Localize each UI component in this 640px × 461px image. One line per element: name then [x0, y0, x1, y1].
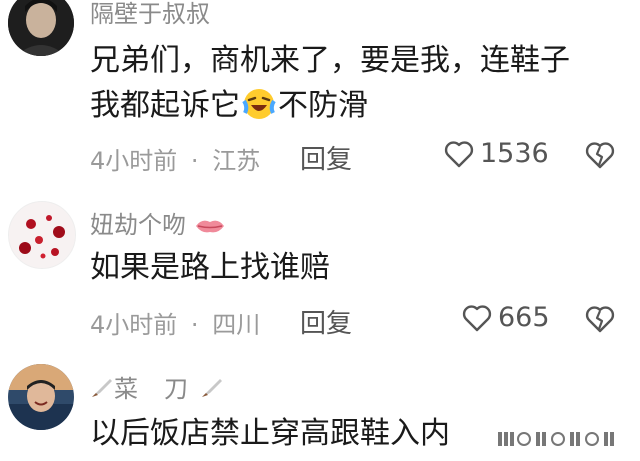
broken-heart-icon[interactable] [584, 140, 616, 170]
like-count: 1536 [480, 138, 549, 169]
heart-icon [444, 140, 474, 167]
heart-icon [462, 304, 492, 331]
avatar[interactable] [8, 201, 76, 269]
avatar[interactable] [8, 364, 74, 430]
like-count: 665 [498, 302, 550, 333]
comment-text-part: 不防滑 [278, 88, 368, 123]
comment-text: 如果是路上找谁赔 [90, 250, 330, 285]
timestamp: 4小时前 [90, 147, 178, 175]
broken-heart-icon[interactable] [584, 304, 616, 334]
avatar[interactable] [8, 0, 74, 56]
timestamp: 4小时前 [90, 311, 178, 339]
laughing-crying-emoji-icon [242, 87, 276, 121]
meta-separator: · [190, 147, 199, 175]
comment-text-part: 我都起诉它 [90, 88, 240, 123]
knife-icon [200, 377, 224, 399]
knife-icon [90, 377, 114, 399]
username[interactable]: 妞劫个吻 [90, 205, 226, 240]
username[interactable]: 菜刀 [90, 369, 224, 404]
red-lips-icon [194, 214, 226, 234]
username-text: 妞劫个吻 [90, 211, 186, 239]
username[interactable]: 隔壁于叔叔 [90, 0, 210, 29]
location: 四川 [212, 311, 261, 339]
reply-button[interactable]: 回复 [300, 139, 352, 176]
comment-text-line-1: 兄弟们，商机来了，要是我，连鞋子 [90, 43, 570, 78]
meta-separator: · [190, 311, 199, 339]
comment-text-line-2: 我都起诉它 不防滑 [90, 84, 368, 128]
comment-text: 以后饭店禁止穿高跟鞋入内 [90, 416, 450, 451]
like-button[interactable]: 1536 [444, 138, 549, 169]
location: 江苏 [212, 147, 261, 175]
like-button[interactable]: 665 [462, 302, 550, 333]
comment-meta: 4小时前 · 江苏 [90, 141, 260, 176]
reply-button[interactable]: 回复 [300, 303, 352, 340]
watermark-logo [498, 428, 628, 450]
comment-meta: 4小时前 · 四川 [90, 305, 260, 340]
